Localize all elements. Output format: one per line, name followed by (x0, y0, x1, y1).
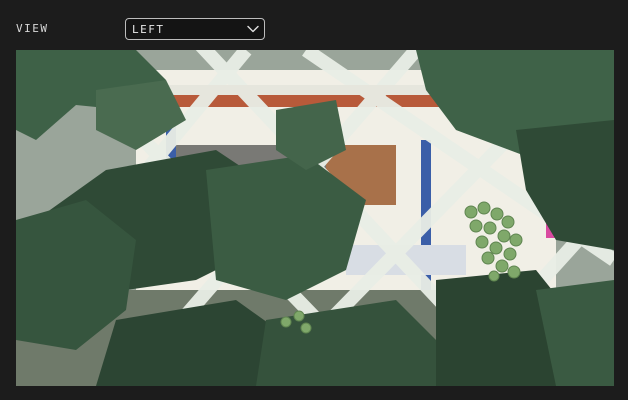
view-select[interactable]: LEFT (125, 18, 265, 40)
view-label: VIEW (16, 22, 49, 35)
camera-view-panel: VIEW LEFT (0, 0, 628, 400)
camera-image (16, 50, 614, 386)
view-select-value: LEFT (132, 22, 165, 36)
chevron-down-icon (247, 25, 259, 33)
